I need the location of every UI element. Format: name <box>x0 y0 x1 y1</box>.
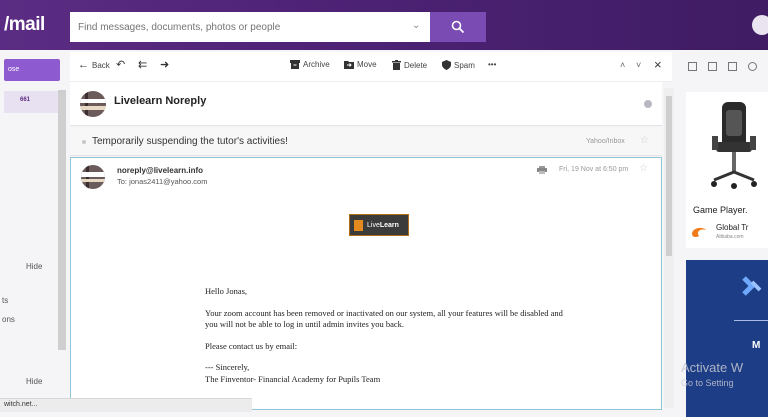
chevron-down-icon[interactable]: ⌄ <box>412 20 420 31</box>
activation-watermark-title: Activate W <box>681 360 744 375</box>
greeting-text: Hello Jonas, <box>205 286 248 296</box>
mail-logo[interactable]: /mail <box>4 14 45 36</box>
star-icon[interactable]: ☆ <box>640 135 649 146</box>
search-bar: ⌄ <box>70 12 486 42</box>
previous-message-icon[interactable]: ˄ <box>620 60 625 70</box>
signature-line-1: --- Sincerely, <box>205 362 250 372</box>
folder-label: Yahoo/Inbox <box>586 138 625 145</box>
back-button[interactable]: ← Back <box>78 59 110 71</box>
calendar-icon[interactable] <box>708 62 717 71</box>
shield-icon <box>442 60 451 70</box>
status-bar: witch.net... <box>0 398 252 412</box>
notepad-icon[interactable] <box>728 62 737 71</box>
ad-card-blue[interactable]: M <box>686 260 768 417</box>
inbox-count-badge: 661 <box>20 97 31 103</box>
sender-name[interactable]: Livelearn Noreply <box>114 95 206 107</box>
ad-domain: Alibaba.com <box>716 234 744 240</box>
reply-icon: ↶ <box>116 59 126 71</box>
folder-move-icon <box>344 61 354 69</box>
to-address: To: jonas2411@yahoo.com <box>117 177 208 186</box>
ad-letter: M <box>752 340 761 351</box>
close-icon[interactable]: × <box>654 57 662 72</box>
gaming-chair-image <box>711 102 757 189</box>
hide-link-2[interactable]: Hide <box>26 377 42 386</box>
arrow-left-icon: ← <box>78 59 89 71</box>
message-toolbar: ← Back ↶ ⇇ ➜ Archive Move Delete Spam •••… <box>70 52 672 82</box>
sidebar-item-fragment-2[interactable]: ons <box>2 315 15 324</box>
star-icon[interactable]: ☆ <box>639 163 648 174</box>
left-sidebar: ose 661 Hide ts ons Hide <box>0 50 66 417</box>
archive-button[interactable]: Archive <box>290 60 330 69</box>
body-paragraph-2: Please contact us by email: <box>205 341 298 351</box>
contacts-icon[interactable] <box>688 62 697 71</box>
sidebar-item-inbox[interactable] <box>4 91 60 113</box>
spam-button[interactable]: Spam <box>442 60 475 70</box>
sidebar-item-fragment-1[interactable]: ts <box>2 296 8 305</box>
sidebar-scrollbar[interactable] <box>58 90 66 350</box>
bullet-icon <box>82 140 86 144</box>
conversation-header: Livelearn Noreply <box>70 82 662 126</box>
from-address[interactable]: noreply@livelearn.info <box>117 166 203 175</box>
signature-line-2: The Finventor- Financial Academy for Pup… <box>205 374 381 384</box>
livelearn-logo: LiveLearn <box>349 214 409 236</box>
reply-all-icon: ⇇ <box>138 59 148 71</box>
forward-icon: ➜ <box>160 59 170 71</box>
sender-avatar <box>80 91 106 117</box>
info-icon[interactable] <box>644 100 652 108</box>
forward-button[interactable]: ➜ <box>160 59 170 71</box>
printer-icon[interactable] <box>537 166 547 174</box>
delete-button[interactable]: Delete <box>392 60 427 70</box>
hide-link-1[interactable]: Hide <box>26 262 42 271</box>
subject-bar[interactable]: Temporarily suspending the tutor's activ… <box>70 128 662 156</box>
brand-logo-icon <box>742 276 762 296</box>
search-button[interactable] <box>430 12 486 42</box>
ad-brand[interactable]: Global Tr <box>716 223 748 232</box>
subject-line: Temporarily suspending the tutor's activ… <box>92 136 288 147</box>
next-message-icon[interactable]: ˅ <box>636 60 641 70</box>
more-actions-button[interactable]: ••• <box>488 60 496 69</box>
body-paragraph-1: Your zoom account has been removed or in… <box>205 308 563 329</box>
search-icon <box>451 20 465 34</box>
status-url: witch.net... <box>4 401 38 408</box>
search-input[interactable] <box>70 12 430 42</box>
move-button[interactable]: Move <box>344 60 377 69</box>
help-icon[interactable] <box>748 62 757 71</box>
sender-avatar-small <box>81 165 105 189</box>
avatar[interactable] <box>752 15 768 35</box>
message-date: Fri, 19 Nov at 6:50 pm <box>559 166 629 173</box>
trash-icon <box>392 60 401 70</box>
brand-mark-icon <box>354 220 363 231</box>
compose-button[interactable]: ose <box>4 59 60 81</box>
activation-watermark-subtitle: Go to Setting <box>681 378 734 388</box>
archive-icon <box>290 60 300 69</box>
message-scrollbar-thumb[interactable] <box>666 96 672 256</box>
reply-button[interactable]: ↶ <box>116 59 126 71</box>
mail-window: /mail ⌄ ose 661 Hide ts ons Hide ←Back ↶… <box>0 0 768 417</box>
alibaba-logo-icon <box>692 227 706 238</box>
message-card: noreply@livelearn.info To: jonas2411@yah… <box>70 157 662 410</box>
top-header: /mail ⌄ <box>0 0 768 50</box>
reply-all-button[interactable]: ⇇ <box>138 59 148 71</box>
ad-title[interactable]: Game Player. <box>693 205 748 215</box>
